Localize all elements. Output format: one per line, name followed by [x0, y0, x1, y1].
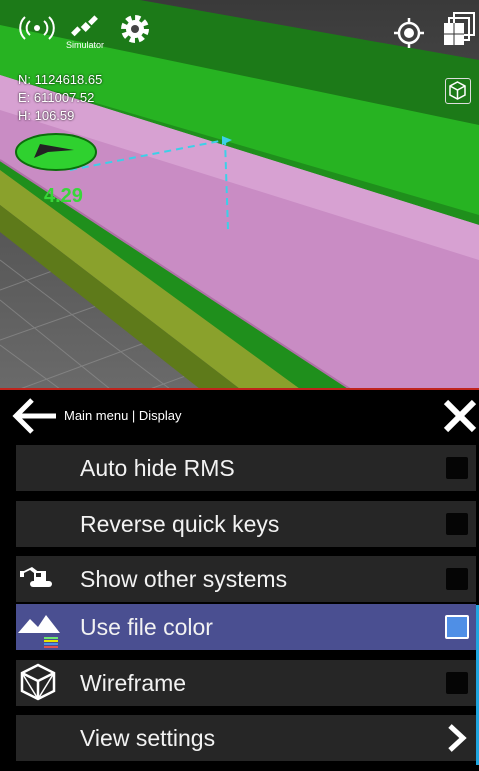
reverse-quick-keys-checkbox[interactable]	[446, 513, 468, 535]
show-other-systems-checkbox[interactable]	[446, 568, 468, 590]
wireframe-checkbox[interactable]	[446, 672, 468, 694]
northing-readout: N: 1124618.65	[18, 72, 103, 87]
menu-item-wireframe[interactable]: Wireframe	[16, 660, 476, 706]
menu-item-label: View settings	[80, 725, 216, 751]
auto-hide-rms-checkbox[interactable]	[446, 457, 468, 479]
excavator-icon	[16, 559, 66, 599]
menu-item-label: Reverse quick keys	[80, 511, 280, 537]
menu-item-view-settings[interactable]: View settings	[16, 715, 476, 761]
position-value: 4.29	[44, 185, 83, 207]
menu-header: Main menu | Display	[0, 390, 479, 440]
height-readout: H: 106.59	[18, 108, 75, 123]
map-3d-viewport[interactable]: Simulator N: 1124618.65 E: 611007.52 H: …	[0, 0, 479, 389]
back-arrow-icon[interactable]	[10, 398, 58, 434]
layers-icon[interactable]	[442, 12, 476, 53]
chevron-right-icon	[444, 723, 470, 753]
menu-item-label: Wireframe	[80, 670, 187, 696]
display-menu-panel: Main menu | Display Auto hide RMS Revers…	[0, 390, 479, 771]
breadcrumb: Main menu | Display	[64, 408, 182, 423]
use-file-color-checkbox[interactable]	[445, 615, 469, 639]
gear-icon[interactable]	[118, 12, 152, 51]
menu-item-show-other-systems[interactable]: Show other systems	[16, 556, 476, 602]
view-cube-icon[interactable]	[445, 78, 471, 104]
wireframe-cube-icon	[16, 663, 66, 703]
menu-item-auto-hide-rms[interactable]: Auto hide RMS	[16, 445, 476, 491]
terrain-icon	[16, 607, 66, 648]
simulator-label: Simulator	[66, 40, 105, 50]
close-icon[interactable]	[442, 398, 478, 434]
menu-item-label: Show other systems	[80, 566, 288, 592]
menu-item-label: Use file color	[80, 614, 213, 640]
easting-readout: E: 611007.52	[18, 90, 95, 105]
menu-item-label: Auto hide RMS	[80, 455, 235, 481]
menu-item-use-file-color[interactable]: Use file color	[16, 604, 476, 650]
broadcast-icon[interactable]	[18, 16, 56, 45]
menu-item-reverse-quick-keys[interactable]: Reverse quick keys	[16, 501, 476, 547]
locate-icon[interactable]	[394, 18, 424, 53]
